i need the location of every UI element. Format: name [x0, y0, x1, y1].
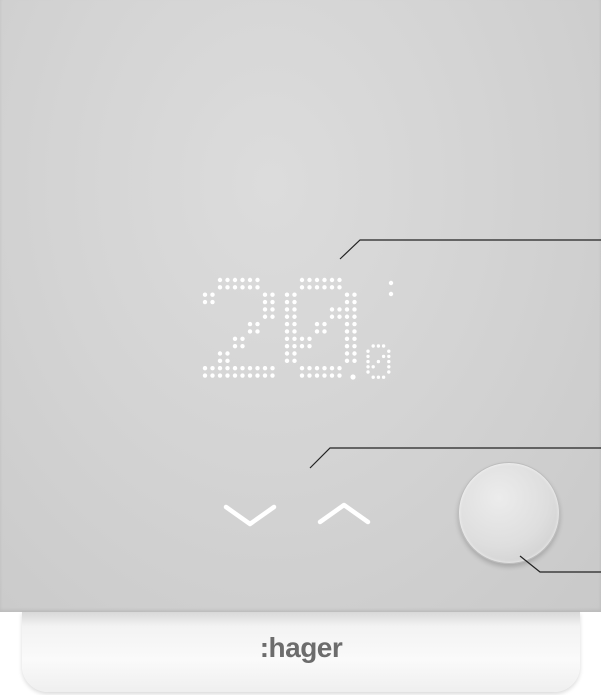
- callout-line-knob: [519, 555, 601, 573]
- thermostat-base: :hager: [22, 612, 580, 692]
- hager-logo: :hager: [259, 632, 343, 663]
- knob-callout: [519, 555, 601, 573]
